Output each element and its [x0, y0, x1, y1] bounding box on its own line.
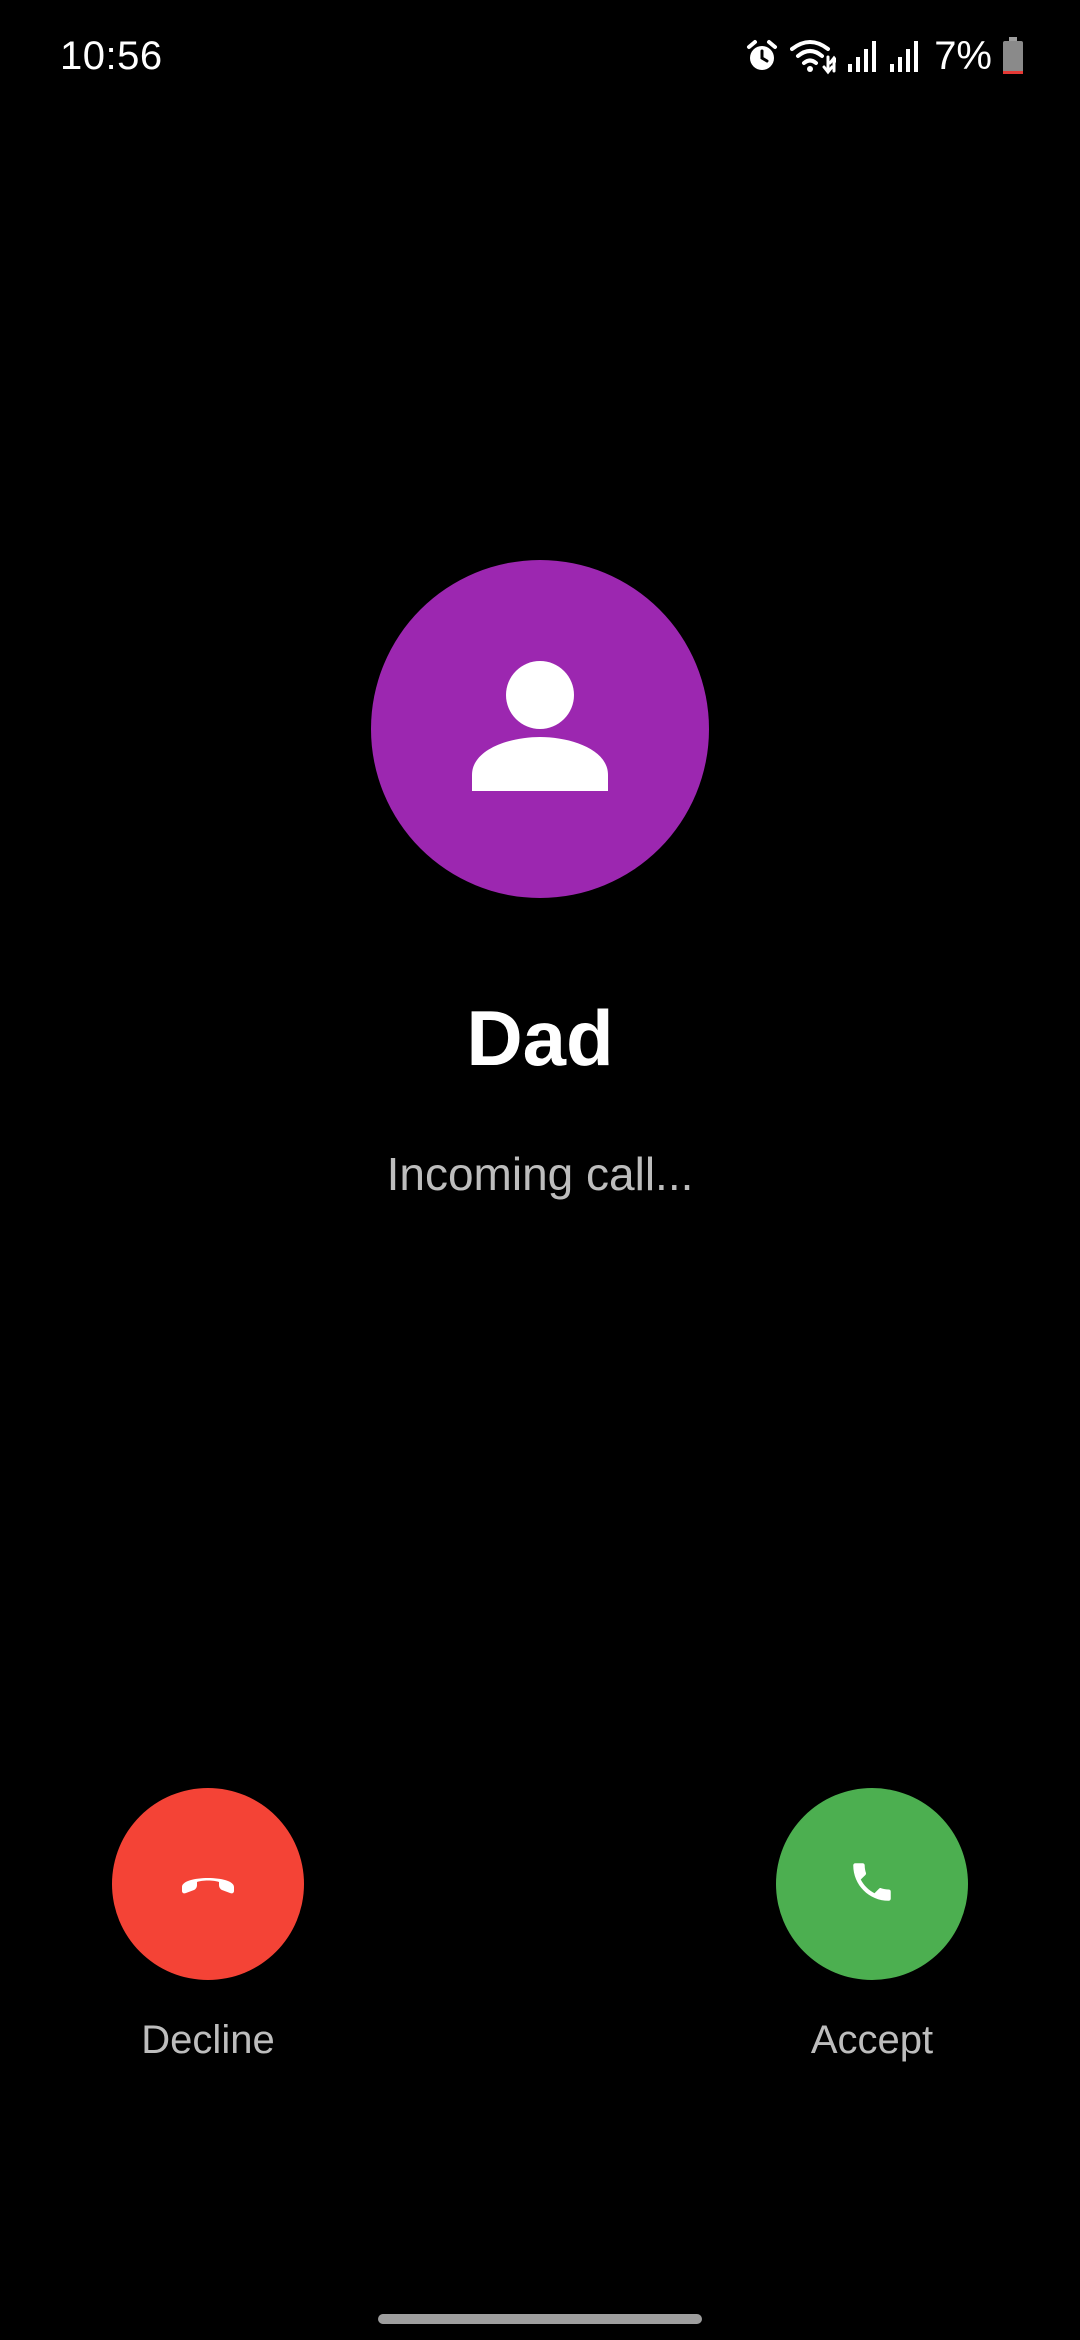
caller-name: Dad	[466, 994, 614, 1082]
decline-label: Decline	[141, 2018, 275, 2062]
accept-label: Accept	[810, 2018, 934, 2062]
battery-percent: 7%	[934, 34, 992, 78]
decline-action: Decline	[112, 1788, 304, 2064]
status-bar: 10:56 7%	[0, 0, 1080, 112]
call-end-icon	[178, 1867, 238, 1902]
alarm-icon	[744, 38, 780, 74]
caller-avatar	[371, 560, 709, 898]
navigation-handle[interactable]	[378, 2314, 702, 2324]
decline-button[interactable]	[112, 1788, 304, 1980]
status-time: 10:56	[60, 34, 163, 78]
accept-button[interactable]	[776, 1788, 968, 1980]
status-icons: 7%	[744, 30, 1024, 82]
signal-icon	[846, 38, 878, 74]
wifi-icon	[790, 37, 837, 75]
person-icon	[470, 657, 610, 802]
phone-icon	[847, 1857, 897, 1912]
battery-icon	[1002, 37, 1024, 75]
signal-icon	[888, 38, 920, 74]
call-status-text: Incoming call...	[386, 1148, 694, 1200]
accept-action: Accept	[776, 1788, 968, 2064]
